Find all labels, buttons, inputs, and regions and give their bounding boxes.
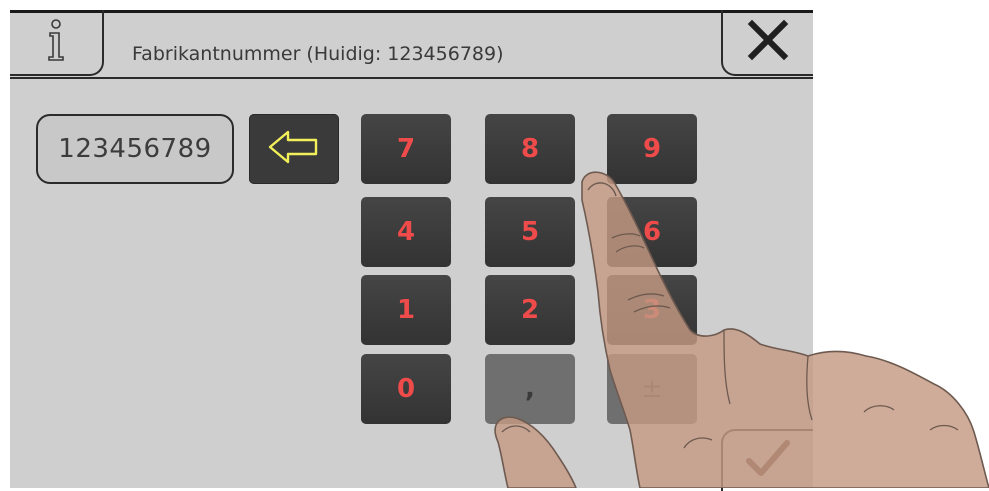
close-icon	[747, 19, 789, 65]
confirm-button[interactable]	[721, 429, 813, 491]
checkmark-icon	[745, 439, 791, 483]
key-plus-minus[interactable]: ±	[607, 354, 697, 424]
header-divider	[10, 77, 813, 79]
info-button[interactable]	[10, 10, 104, 76]
value-display: 123456789	[36, 114, 234, 184]
key-3[interactable]: 3	[607, 275, 697, 345]
arrow-left-outline-icon	[266, 127, 322, 171]
key-9[interactable]: 9	[607, 114, 697, 184]
keypad-screen: Fabrikantnummer (Huidig: 123456789) 1234…	[10, 10, 813, 491]
key-5[interactable]: 5	[485, 197, 575, 267]
page-title: Fabrikantnummer (Huidig: 123456789)	[132, 43, 504, 65]
key-0[interactable]: 0	[361, 354, 451, 424]
close-button[interactable]	[721, 10, 813, 76]
key-2[interactable]: 2	[485, 275, 575, 345]
key-7[interactable]: 7	[361, 114, 451, 184]
info-icon	[43, 18, 69, 66]
key-6[interactable]: 6	[607, 197, 697, 267]
key-4[interactable]: 4	[361, 197, 451, 267]
key-8[interactable]: 8	[485, 114, 575, 184]
key-comma[interactable]: ,	[485, 354, 575, 424]
backspace-button[interactable]	[249, 114, 339, 184]
key-1[interactable]: 1	[361, 275, 451, 345]
